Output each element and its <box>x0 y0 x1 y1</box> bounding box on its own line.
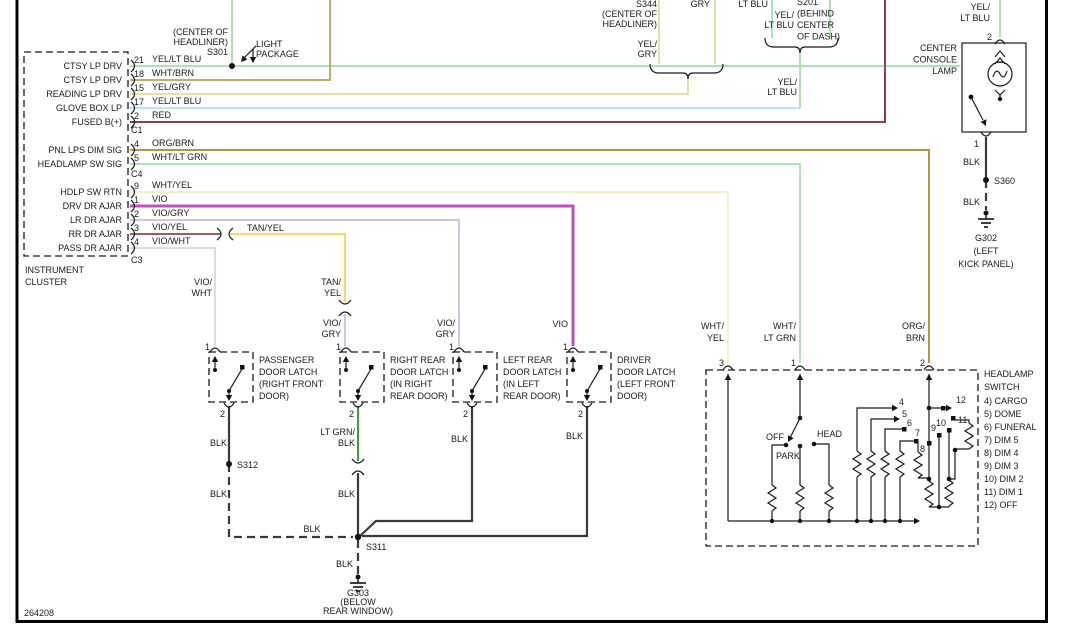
splice-s360-label: S360 <box>994 176 1015 186</box>
wiring-diagram: 264208 INSTRUMENTCLUSTER C1 C4 C3 21 CTS… <box>0 0 1069 631</box>
latch-feed-label: VIO <box>552 319 568 329</box>
wire-color-label: ORG/BRN <box>152 138 194 148</box>
blk-label: BLK <box>210 489 227 499</box>
pin-number: 2 <box>134 209 139 219</box>
num-12: 12 <box>956 395 966 405</box>
splice-s360-dot <box>983 177 989 183</box>
latch-pin1: 1 <box>336 342 341 352</box>
latch-pin2: 2 <box>463 409 468 419</box>
num-7: 7 <box>915 428 920 438</box>
splice-s301-dot <box>229 63 235 69</box>
connector-c4: C4 <box>131 169 143 179</box>
pin-number: 21 <box>134 55 144 65</box>
num-8: 8 <box>920 444 925 454</box>
pin-number: 4 <box>134 139 139 149</box>
latch-pin2: 2 <box>349 409 354 419</box>
pin-name: CTSY LP DRV <box>63 61 122 71</box>
wire-color-label: VIO/GRY <box>152 208 189 218</box>
blk-label: BLK <box>566 431 583 441</box>
pin-number: 1 <box>134 195 139 205</box>
latch-pin2: 2 <box>578 409 583 419</box>
switch-pin-1: 1 <box>791 358 796 368</box>
splice-s312-label: S312 <box>237 460 258 470</box>
pin-name: PASS DR AJAR <box>58 243 122 253</box>
pin-name: GLOVE BOX LP <box>56 103 122 113</box>
pin-number: 9 <box>134 181 139 191</box>
pin-name: LR DR AJAR <box>70 215 123 225</box>
page-number: 264208 <box>24 608 54 618</box>
blk-label: BLK <box>963 197 980 207</box>
num-10: 10 <box>936 418 946 428</box>
latch-feed-label: VIO/WHT <box>192 277 213 298</box>
blk-label: BLK <box>336 559 353 569</box>
latch-pin1: 1 <box>449 342 454 352</box>
wire-color-label: WHT/LT GRN <box>152 152 207 162</box>
pin-name: RR DR AJAR <box>68 229 122 239</box>
splice-s311-dot <box>355 534 361 540</box>
wire-color-label: YEL/GRY <box>152 82 191 92</box>
pin-number: 3 <box>134 223 139 233</box>
pin-number: 4 <box>134 237 139 247</box>
position-head-label: HEAD <box>817 429 843 439</box>
connector-c3: C3 <box>131 255 143 265</box>
pin-name: DRV DR AJAR <box>63 201 123 211</box>
pin-number: 2 <box>134 111 139 121</box>
latch-pin1: 1 <box>563 342 568 352</box>
latch-feed2-label: VIO/GRY <box>322 318 342 339</box>
blk-label: BLK <box>451 434 468 444</box>
wire-color-label: WHT/YEL <box>152 180 192 190</box>
latch-feed-label: VIO/GRY <box>436 318 456 339</box>
switch-pin-2: 2 <box>920 358 925 368</box>
pin-name: CTSY LP DRV <box>63 75 122 85</box>
num-11: 11 <box>958 415 967 425</box>
wire-color-label: RED <box>152 110 172 120</box>
wiring-diagram-page: 264208 INSTRUMENTCLUSTER C1 C4 C3 21 CTS… <box>0 0 1069 631</box>
wire-color-label: YEL/LT BLU <box>152 54 201 64</box>
gry-label: GRY <box>691 0 710 9</box>
latch-feed-label: TAN/YEL <box>321 277 341 298</box>
pin-name: FUSED B(+) <box>72 117 122 127</box>
splice-s312-dot <box>226 461 232 467</box>
pin-number: 18 <box>134 69 144 79</box>
latch-pin1: 1 <box>205 342 210 352</box>
pin-name: PNL LPS DIM SIG <box>48 145 122 155</box>
splice-s311-label: S311 <box>366 542 386 552</box>
num-4: 4 <box>899 397 904 407</box>
blk-label: BLK <box>963 157 980 167</box>
pin-number: 5 <box>134 153 139 163</box>
wire-color-label: VIO <box>152 194 168 204</box>
position-park-label: PARK <box>776 451 800 461</box>
wire-color-label: WHT/BRN <box>152 68 194 78</box>
pin-name: HEADLAMP SW SIG <box>38 159 122 169</box>
pin-name: HDLP SW RTN <box>60 187 122 197</box>
pin-name: READING LP DRV <box>46 89 122 99</box>
num-6: 6 <box>907 418 912 428</box>
lamp-pin-1: 1 <box>974 139 979 149</box>
pin-number: 15 <box>134 83 144 93</box>
wire-color-label: VIO/YEL <box>152 222 187 232</box>
blk-label: BLK <box>338 489 355 499</box>
tan-yel-inline-label: TAN/YEL <box>247 223 284 233</box>
pin-number: 17 <box>134 97 144 107</box>
wire-color-label: VIO/WHT <box>152 236 191 246</box>
lt-blu-label: LT BLU <box>738 0 768 9</box>
wire-color-label: YEL/LT BLU <box>152 96 201 106</box>
blk-label: BLK <box>210 438 227 448</box>
s344-wire-label: YEL/GRY <box>637 39 657 59</box>
position-off-label: OFF <box>766 432 784 442</box>
switch-pin-3: 3 <box>719 358 724 368</box>
blk-label: BLK <box>303 524 320 534</box>
lamp-pin-2: 2 <box>987 32 992 42</box>
latch-pin2: 2 <box>220 409 225 419</box>
